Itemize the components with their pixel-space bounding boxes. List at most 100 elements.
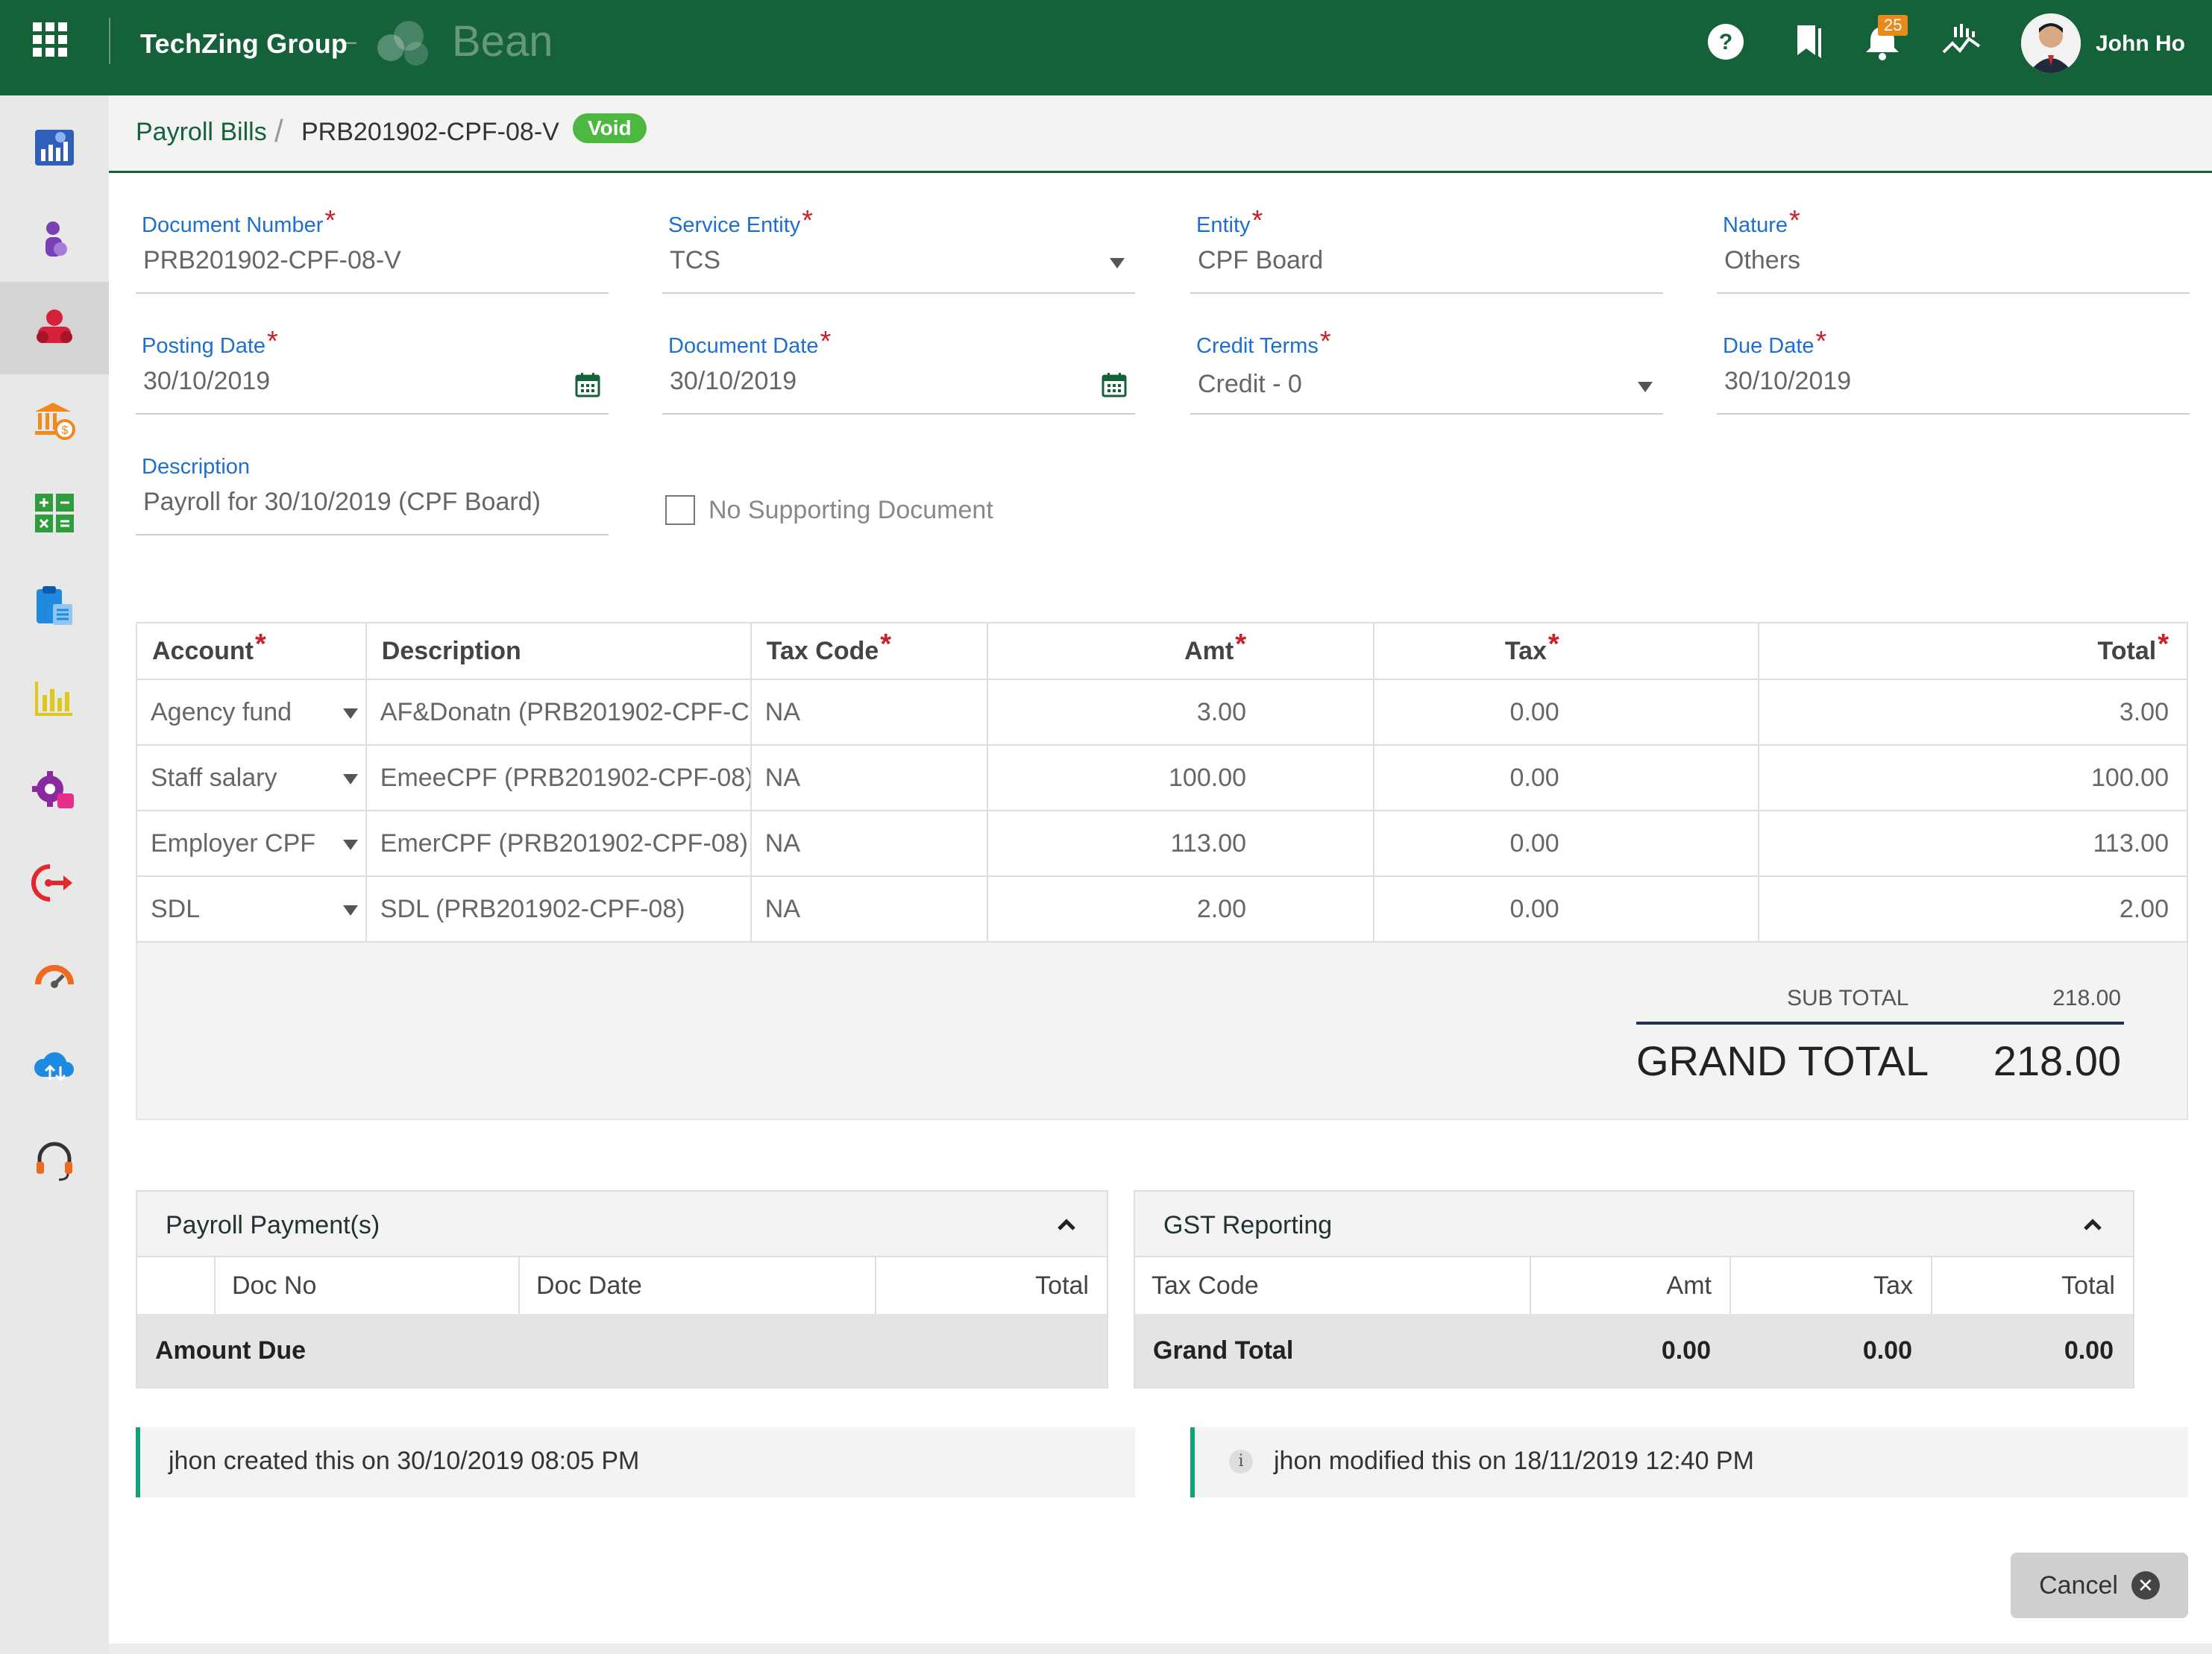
posting-date-field[interactable]: Posting Date* 30/10/2019 bbox=[136, 327, 609, 415]
chevron-up-icon[interactable] bbox=[1056, 1214, 1077, 1235]
sidebar-item-person[interactable] bbox=[0, 194, 109, 286]
payroll-payments-panel: Payroll Payment(s) Doc No Doc Date Total… bbox=[136, 1190, 1108, 1389]
table-row[interactable]: Agency fund AF&Donatn (PRB201902-CPF-C N… bbox=[136, 679, 2189, 746]
sub-total-label: SUB TOTAL bbox=[1787, 986, 1909, 1010]
tax-code-cell[interactable]: NA bbox=[750, 679, 989, 746]
gst-reporting-table: Tax Code Amt Tax Total Grand Total 0.00 … bbox=[1135, 1257, 2133, 1387]
cancel-button[interactable]: Cancel ✕ bbox=[2011, 1553, 2188, 1618]
gst-grand-total-row: Grand Total 0.00 0.00 0.00 bbox=[1135, 1314, 2133, 1387]
activity-icon[interactable] bbox=[1941, 21, 1982, 63]
credit-terms-select[interactable]: Credit Terms* Credit - 0 bbox=[1190, 326, 1663, 415]
no-supporting-document-checkbox[interactable] bbox=[665, 495, 695, 525]
calendar-icon[interactable] bbox=[574, 371, 601, 398]
table-row[interactable]: Employer CPF EmerCPF (PRB201902-CPF-08) … bbox=[136, 810, 2189, 877]
column-header-total: Total* bbox=[1757, 622, 2189, 680]
account-cell[interactable]: Agency fund bbox=[136, 679, 367, 746]
description-cell[interactable]: SDL (PRB201902-CPF-08) bbox=[365, 875, 752, 943]
chevron-up-icon[interactable] bbox=[2082, 1214, 2103, 1235]
sidebar-item-dashboard[interactable] bbox=[0, 101, 109, 194]
breadcrumb: Payroll Bills / PRB201902-CPF-08-V Void bbox=[109, 95, 2212, 173]
table-header-row: Doc No Doc Date Total bbox=[137, 1257, 1107, 1314]
due-date-field[interactable]: Due Date* 30/10/2019 bbox=[1717, 327, 2190, 415]
sidebar-item-payroll[interactable] bbox=[0, 282, 109, 374]
amt-cell[interactable]: 3.00 bbox=[987, 679, 1375, 746]
payroll-payments-header[interactable]: Payroll Payment(s) bbox=[137, 1192, 1107, 1257]
amt-cell[interactable]: 113.00 bbox=[987, 810, 1375, 877]
product-name: Bean bbox=[452, 17, 553, 66]
title-separator: – bbox=[342, 25, 357, 56]
sidebar-item-support[interactable] bbox=[0, 1114, 109, 1207]
bean-logo-icon bbox=[377, 21, 428, 66]
due-date-value: 30/10/2019 bbox=[1724, 367, 1852, 395]
svg-text:$: $ bbox=[62, 424, 69, 437]
description-cell[interactable]: EmeeCPF (PRB201902-CPF-08) bbox=[365, 744, 752, 811]
breadcrumb-payroll-bills-link[interactable]: Payroll Bills bbox=[136, 118, 267, 147]
description-cell[interactable]: EmerCPF (PRB201902-CPF-08) bbox=[365, 810, 752, 877]
description-cell[interactable]: AF&Donatn (PRB201902-CPF-C bbox=[365, 679, 752, 746]
amt-cell[interactable]: 100.00 bbox=[987, 744, 1375, 811]
sidebar-item-settings[interactable] bbox=[0, 744, 109, 837]
status-badge: Void bbox=[573, 113, 647, 143]
user-avatar[interactable] bbox=[2021, 13, 2081, 73]
column-header-tax-code: Tax Code* bbox=[750, 622, 989, 680]
description-field[interactable]: Description Payroll for 30/10/2019 (CPF … bbox=[136, 449, 609, 535]
bank-dollar-icon: $ bbox=[35, 403, 75, 440]
nature-value: Others bbox=[1724, 246, 1801, 274]
header-divider bbox=[109, 18, 110, 64]
account-cell[interactable]: Staff salary bbox=[136, 744, 367, 811]
sidebar-item-cloud[interactable] bbox=[0, 1022, 109, 1114]
table-row[interactable]: Staff salary EmeeCPF (PRB201902-CPF-08) … bbox=[136, 744, 2189, 811]
entity-field[interactable]: Entity* CPF Board bbox=[1190, 207, 1663, 294]
sidebar-item-accounting[interactable] bbox=[0, 467, 109, 559]
column-header-doc-no: Doc No bbox=[215, 1257, 520, 1314]
cloud-sync-icon bbox=[34, 1052, 74, 1082]
tax-code-cell[interactable]: NA bbox=[750, 810, 989, 877]
nature-label: Nature bbox=[1723, 213, 1788, 237]
required-mark: * bbox=[802, 205, 814, 236]
app-grid-icon[interactable] bbox=[33, 22, 67, 57]
gst-reporting-header[interactable]: GST Reporting bbox=[1135, 1192, 2133, 1257]
required-mark: * bbox=[1319, 326, 1331, 357]
calendar-icon[interactable] bbox=[1101, 371, 1128, 398]
gst-grand-total-label: Grand Total bbox=[1135, 1314, 1530, 1387]
nature-field[interactable]: Nature* Others bbox=[1717, 207, 2190, 294]
company-name[interactable]: TechZing Group bbox=[140, 28, 348, 60]
tax-cell: 0.00 bbox=[1373, 810, 1759, 877]
no-supporting-document-option[interactable]: No Supporting Document bbox=[665, 492, 993, 528]
bookmarks-icon[interactable] bbox=[1787, 21, 1829, 63]
caret-down-icon[interactable] bbox=[1638, 382, 1653, 392]
table-row[interactable]: SDL SDL (PRB201902-CPF-08) NA 2.00 0.00 … bbox=[136, 875, 2189, 943]
service-entity-label: Service Entity bbox=[668, 213, 801, 237]
user-name[interactable]: John Ho bbox=[2096, 31, 2185, 57]
tax-cell: 0.00 bbox=[1373, 679, 1759, 746]
credit-terms-value: Credit - 0 bbox=[1198, 370, 1302, 398]
audit-modified: i jhon modified this on 18/11/2019 12:40… bbox=[1190, 1427, 2188, 1497]
sidebar-item-reports[interactable] bbox=[0, 652, 109, 744]
service-entity-select[interactable]: Service Entity* TCS bbox=[662, 207, 1135, 294]
info-icon[interactable]: i bbox=[1229, 1450, 1253, 1474]
gst-grand-total-amt: 0.00 bbox=[1530, 1314, 1730, 1387]
gst-reporting-panel: GST Reporting Tax Code Amt Tax Total Gra… bbox=[1134, 1190, 2134, 1389]
sidebar-item-banking[interactable]: $ bbox=[0, 374, 109, 467]
close-circle-icon: ✕ bbox=[2131, 1571, 2160, 1600]
help-icon[interactable]: ? bbox=[1705, 21, 1747, 63]
sidebar-item-performance[interactable] bbox=[0, 929, 109, 1022]
sidebar-item-export[interactable] bbox=[0, 837, 109, 929]
total-cell: 100.00 bbox=[1757, 744, 2189, 811]
account-cell[interactable]: Employer CPF bbox=[136, 810, 367, 877]
caret-down-icon[interactable] bbox=[1110, 258, 1125, 268]
document-number-value: PRB201902-CPF-08-V bbox=[143, 246, 401, 274]
document-number-field[interactable]: Document Number* PRB201902-CPF-08-V bbox=[136, 207, 609, 294]
tax-code-cell[interactable]: NA bbox=[750, 875, 989, 943]
sidebar-item-documents[interactable] bbox=[0, 559, 109, 652]
export-arrow-icon bbox=[31, 864, 72, 902]
gst-grand-total-tax: 0.00 bbox=[1730, 1314, 1932, 1387]
notification-count-badge: 25 bbox=[1878, 15, 1908, 36]
amt-cell[interactable]: 2.00 bbox=[987, 875, 1375, 943]
column-header-blank bbox=[137, 1257, 216, 1314]
payroll-payments-table: Doc No Doc Date Total Amount Due bbox=[137, 1257, 1107, 1387]
tax-cell: 0.00 bbox=[1373, 744, 1759, 811]
account-cell[interactable]: SDL bbox=[136, 875, 367, 943]
document-date-field[interactable]: Document Date* 30/10/2019 bbox=[662, 327, 1135, 415]
tax-code-cell[interactable]: NA bbox=[750, 744, 989, 811]
